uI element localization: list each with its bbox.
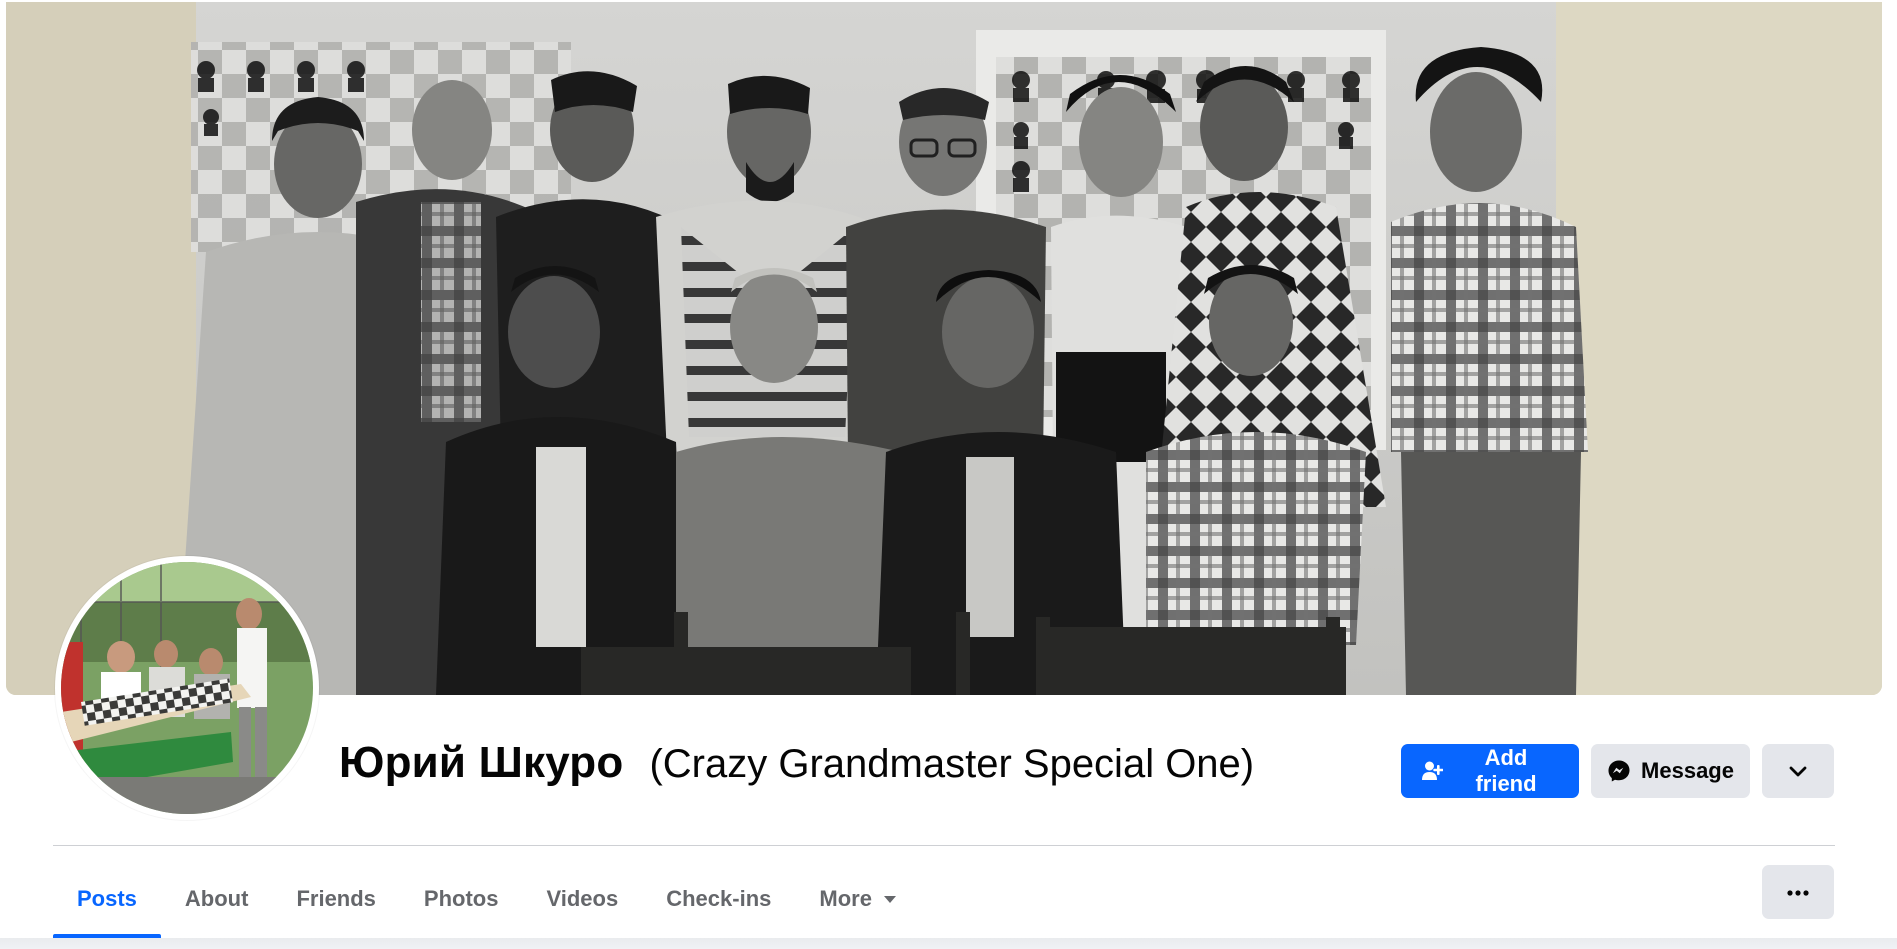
- profile-page: Юрий Шкуро (Crazy Grandmaster Special On…: [0, 0, 1897, 949]
- profile-picture-image: [61, 562, 313, 814]
- profile-alternate-name: (Crazy Grandmaster Special One): [649, 742, 1255, 786]
- messenger-icon: [1607, 759, 1631, 783]
- ellipsis-icon: [1787, 883, 1809, 901]
- cover-photo[interactable]: [6, 2, 1882, 695]
- profile-options-dropdown[interactable]: [1762, 744, 1834, 798]
- profile-name: Юрий Шкуро: [339, 738, 624, 787]
- tab-options-button[interactable]: [1762, 865, 1834, 919]
- caret-down-icon: [883, 895, 896, 903]
- tab-label: Videos: [546, 886, 619, 911]
- tab-friends[interactable]: Friends: [272, 860, 399, 938]
- message-button[interactable]: Message: [1591, 744, 1750, 798]
- tab-about[interactable]: About: [161, 860, 273, 938]
- add-friend-button[interactable]: Add friend: [1401, 744, 1579, 798]
- content-background: [0, 938, 1897, 949]
- tab-label: Posts: [77, 886, 137, 911]
- profile-name-row: Юрий Шкуро (Crazy Grandmaster Special On…: [339, 738, 1254, 808]
- tab-posts[interactable]: Posts: [53, 860, 161, 938]
- tab-videos[interactable]: Videos: [522, 860, 642, 938]
- tab-label: Check-ins: [666, 886, 772, 911]
- tab-label: More: [819, 886, 872, 911]
- tab-label: About: [184, 886, 249, 911]
- add-person-icon: [1421, 760, 1443, 782]
- add-friend-label: Add friend: [1475, 745, 1537, 796]
- tab-more[interactable]: More: [795, 860, 920, 938]
- chevron-down-icon: [1789, 758, 1807, 784]
- profile-picture[interactable]: [55, 556, 319, 820]
- message-label: Message: [1641, 758, 1734, 783]
- header-divider: [53, 845, 1835, 846]
- profile-actions: Add friend Message: [1401, 744, 1834, 798]
- tab-label: Friends: [296, 886, 376, 911]
- profile-tabs: Posts About Friends Photos Videos Check-…: [53, 860, 920, 938]
- tab-photos[interactable]: Photos: [400, 860, 523, 938]
- tab-label: Photos: [423, 886, 499, 911]
- tab-check-ins[interactable]: Check-ins: [642, 860, 795, 938]
- cover-photo-image: [6, 2, 1882, 695]
